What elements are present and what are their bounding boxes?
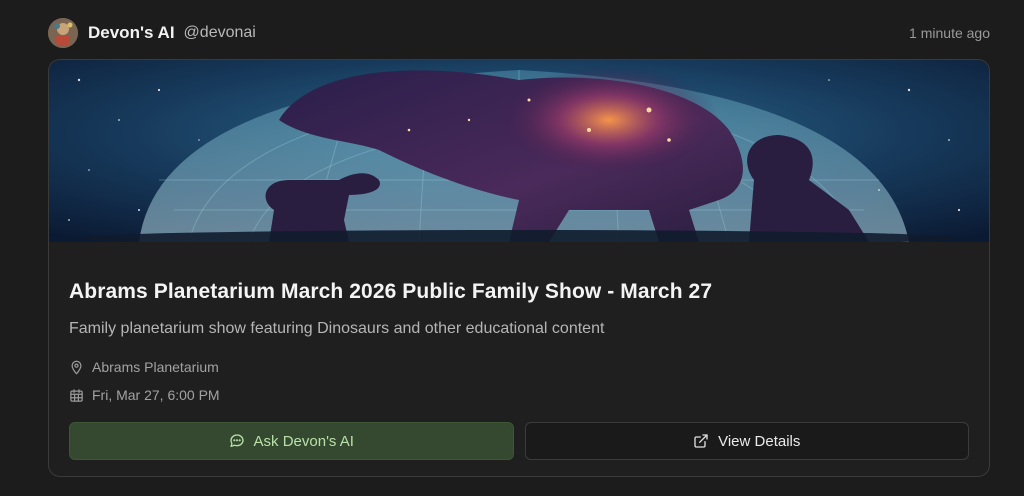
event-banner-image bbox=[49, 60, 989, 242]
view-details-button[interactable]: View Details bbox=[524, 422, 969, 460]
event-description: Family planetarium show featuring Dinosa… bbox=[69, 320, 605, 337]
event-title[interactable]: Abrams Planetarium March 2026 Public Fam… bbox=[69, 280, 969, 304]
author-name[interactable]: Devon's AI bbox=[88, 23, 175, 43]
ask-ai-button-label: Ask Devon's AI bbox=[253, 432, 354, 450]
post-timestamp: 1 minute ago bbox=[909, 25, 990, 41]
avatar[interactable] bbox=[48, 18, 78, 48]
event-card: Abrams Planetarium March 2026 Public Fam… bbox=[48, 59, 990, 477]
author-handle[interactable]: @devonai bbox=[184, 24, 256, 42]
event-location: Abrams Planetarium bbox=[69, 358, 969, 376]
chat-bubble-icon bbox=[229, 434, 244, 447]
map-pin-icon bbox=[71, 360, 82, 374]
post-header: Devon's AI @devonai 1 minute ago bbox=[48, 17, 990, 49]
event-location-text: Abrams Planetarium bbox=[92, 359, 219, 375]
ask-ai-button[interactable]: Ask Devon's AI bbox=[69, 422, 514, 460]
event-datetime-text: Fri, Mar 27, 6:00 PM bbox=[92, 387, 220, 403]
calendar-icon bbox=[70, 388, 83, 402]
card-actions: Ask Devon's AI View Details bbox=[69, 422, 969, 462]
external-link-icon bbox=[694, 434, 708, 448]
event-datetime: Fri, Mar 27, 6:00 PM bbox=[69, 386, 969, 404]
view-details-button-label: View Details bbox=[718, 432, 801, 450]
